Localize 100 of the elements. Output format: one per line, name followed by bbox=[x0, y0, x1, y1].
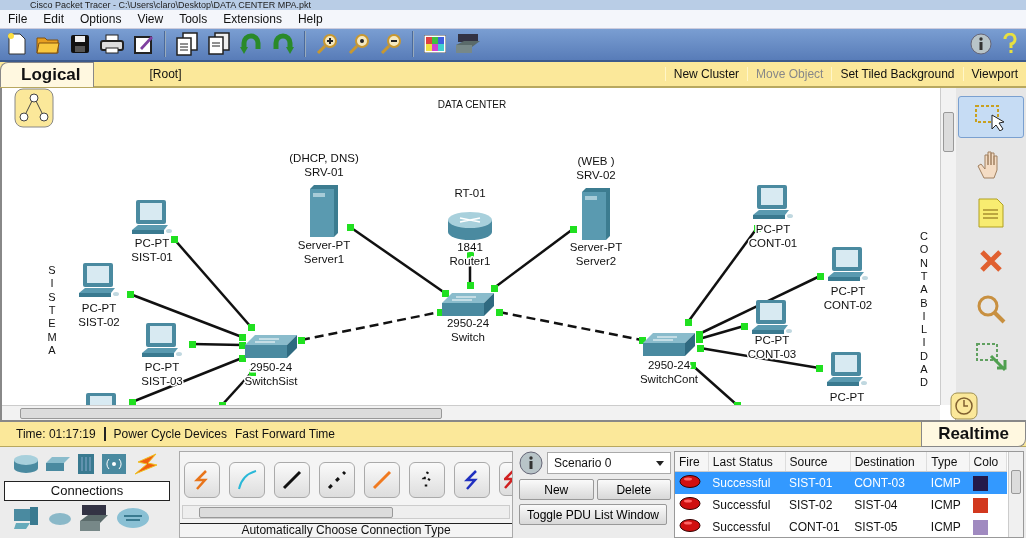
logical-tab[interactable]: Logical bbox=[0, 61, 94, 87]
column-header[interactable]: Last Status bbox=[708, 452, 785, 472]
time-action[interactable]: Fast Forward Time bbox=[227, 427, 335, 441]
cluster-icon[interactable] bbox=[14, 88, 54, 128]
line-icon bbox=[371, 469, 393, 491]
diagram-title: DATA CENTER bbox=[437, 99, 507, 110]
zoom-reset-icon[interactable] bbox=[348, 33, 370, 56]
pdu-row[interactable]: Successful CONT-01 SIST-05 ICMP bbox=[675, 516, 1007, 537]
help-icon[interactable] bbox=[1002, 33, 1018, 56]
fire-icon[interactable] bbox=[679, 475, 701, 488]
fire-icon[interactable] bbox=[679, 497, 701, 510]
workspace-action[interactable]: Set Tiled Background bbox=[831, 67, 963, 81]
switch-icon[interactable] bbox=[46, 457, 70, 471]
menu-item[interactable]: Extensions bbox=[215, 11, 290, 26]
table-cell-text: CONT-01 bbox=[788, 519, 841, 536]
device-note: (DHCP, DNS) bbox=[289, 152, 359, 164]
zoom-out-icon[interactable] bbox=[380, 33, 402, 56]
column-header[interactable]: Type bbox=[926, 452, 970, 472]
column-header[interactable]: Destination bbox=[850, 452, 927, 472]
horizontal-scrollbar[interactable] bbox=[2, 405, 940, 421]
time-action[interactable]: Power Cycle Devices bbox=[105, 427, 227, 441]
lightning-icon[interactable] bbox=[134, 453, 158, 475]
new-file-icon[interactable] bbox=[8, 33, 26, 56]
horizontal-scrollbar[interactable] bbox=[182, 504, 510, 519]
vertical-scrollbar[interactable] bbox=[940, 88, 956, 405]
device-name: Server1 bbox=[303, 253, 345, 265]
lightning-icon bbox=[504, 468, 512, 490]
custom-device-icon[interactable] bbox=[80, 505, 108, 531]
device-name: Switch bbox=[451, 331, 485, 343]
device-model: PC-PT bbox=[134, 237, 170, 249]
device-hostname: SRV-02 bbox=[576, 169, 616, 181]
switch-icon bbox=[245, 335, 297, 358]
palette-icon[interactable] bbox=[424, 35, 446, 54]
toggle-pdu-button[interactable]: Toggle PDU List Window bbox=[519, 504, 667, 525]
table-cell: Successful bbox=[708, 494, 785, 516]
device-name: CONT-03 bbox=[747, 348, 797, 360]
device-model: 2950-24 bbox=[249, 361, 293, 373]
scenario-button[interactable]: New bbox=[519, 479, 594, 500]
scenario-dropdown[interactable]: Scenario 0 bbox=[547, 452, 671, 474]
workspace-action[interactable]: New Cluster bbox=[664, 67, 748, 81]
info-icon[interactable] bbox=[519, 451, 543, 475]
wireless-icon[interactable] bbox=[102, 454, 126, 474]
menu-item[interactable]: File bbox=[0, 11, 36, 26]
multiuser-cloud-icon[interactable] bbox=[116, 507, 150, 529]
device-model: Server-PT bbox=[297, 239, 351, 251]
pc-icon bbox=[132, 200, 172, 234]
copy-icon[interactable] bbox=[176, 32, 198, 57]
category-label: Connections bbox=[4, 481, 170, 501]
table-cell: CONT-03 bbox=[850, 471, 927, 494]
save-icon[interactable] bbox=[70, 34, 90, 55]
router-icon[interactable] bbox=[14, 455, 38, 473]
pc-icon bbox=[828, 247, 868, 281]
device-name: SwitchCont bbox=[639, 373, 699, 385]
edit-icon[interactable] bbox=[134, 34, 154, 55]
device-hostname: RT-01 bbox=[454, 187, 486, 199]
pdu-row[interactable]: Successful SIST-02 SIST-04 ICMP bbox=[675, 494, 1007, 516]
menu-item[interactable]: Edit bbox=[35, 11, 73, 26]
device-model: 1841 bbox=[457, 241, 483, 253]
table-cell: ICMP bbox=[926, 494, 970, 516]
printer-icon[interactable] bbox=[100, 34, 124, 55]
device-name: SwitchSist bbox=[244, 375, 298, 387]
table-cell: SIST-02 bbox=[785, 494, 851, 516]
dashed-line-icon bbox=[326, 469, 348, 491]
menu-item[interactable]: Tools bbox=[171, 11, 216, 26]
menu-item[interactable]: View bbox=[129, 11, 172, 26]
workspace-action[interactable]: Viewport bbox=[962, 67, 1026, 81]
menu-item[interactable]: Help bbox=[289, 11, 331, 26]
realtime-tab[interactable]: Realtime bbox=[921, 421, 1026, 447]
device-name: SIST-02 bbox=[78, 316, 120, 328]
folder-icon[interactable] bbox=[36, 34, 60, 55]
column-header[interactable]: Fire bbox=[675, 452, 709, 472]
vertical-scrollbar[interactable] bbox=[1008, 452, 1023, 537]
table-cell-text: Successful bbox=[711, 519, 772, 536]
connection-hint: Automatically Choose Connection Type bbox=[180, 523, 512, 537]
server-icon bbox=[310, 185, 338, 237]
clock-icon[interactable] bbox=[950, 392, 978, 420]
device-name: Server2 bbox=[575, 255, 617, 267]
connection-type-button[interactable] bbox=[454, 462, 490, 498]
device-model: PC-PT bbox=[81, 302, 117, 314]
device-model: PC-PT bbox=[830, 285, 866, 297]
column-header[interactable]: Source bbox=[785, 452, 851, 472]
connection-type-button[interactable] bbox=[274, 462, 310, 498]
select-tool[interactable] bbox=[958, 96, 1025, 138]
device-icon[interactable] bbox=[456, 33, 480, 56]
menu-item[interactable]: Options bbox=[72, 11, 130, 26]
pc-icon bbox=[142, 323, 182, 357]
zoom-in-icon[interactable] bbox=[316, 33, 338, 56]
pc-icon bbox=[86, 393, 116, 405]
column-header[interactable]: Colo bbox=[969, 452, 1007, 472]
fire-icon[interactable] bbox=[679, 519, 701, 532]
pc-icon bbox=[753, 185, 793, 219]
device-model: PC-PT bbox=[754, 334, 790, 346]
device-model: PC-PT bbox=[829, 391, 865, 403]
router-icon bbox=[448, 212, 492, 240]
info-icon[interactable] bbox=[970, 33, 992, 56]
end-device-icon[interactable] bbox=[14, 507, 40, 529]
paste-icon[interactable] bbox=[208, 32, 230, 57]
path-label: [Root] bbox=[148, 67, 182, 81]
scenario-button[interactable]: Delete bbox=[596, 479, 671, 500]
table-cell: SIST-04 bbox=[850, 494, 927, 516]
